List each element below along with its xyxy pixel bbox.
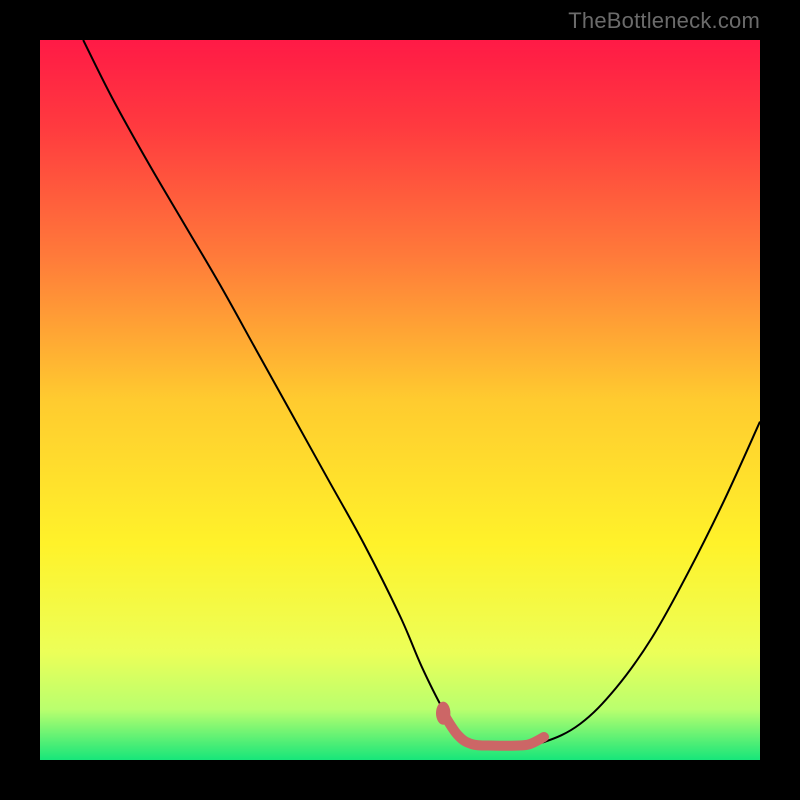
watermark-text: TheBottleneck.com [568,8,760,34]
marker-group [436,702,450,725]
plot-area [40,40,760,760]
gradient-background [40,40,760,760]
highlight-start-dot [436,702,450,725]
chart-frame: TheBottleneck.com [0,0,800,800]
chart-svg [40,40,760,760]
